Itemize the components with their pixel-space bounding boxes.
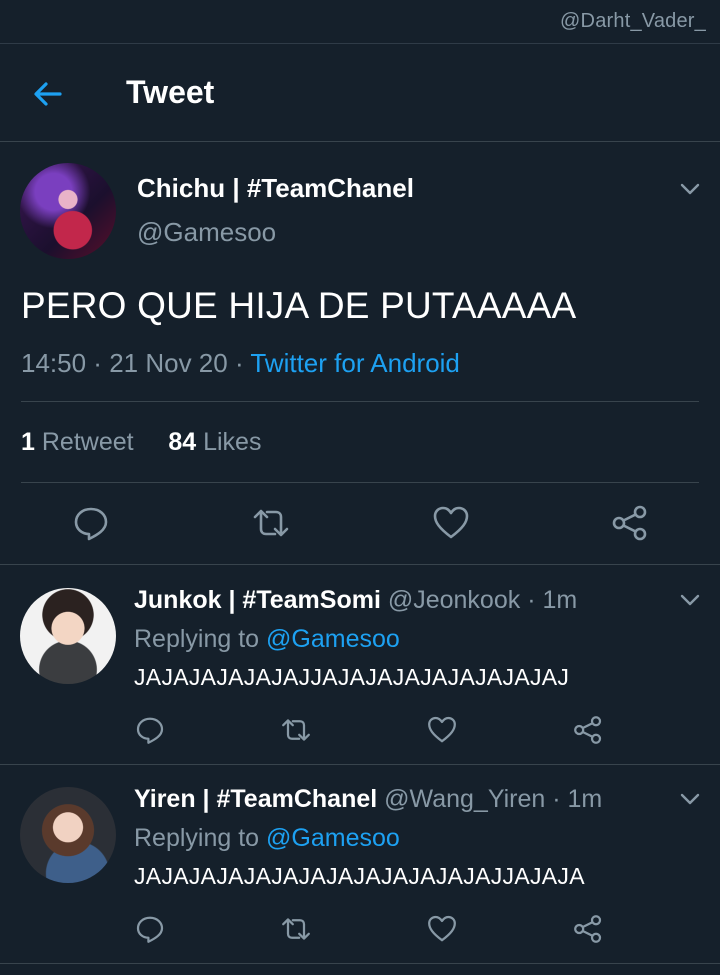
chevron-down-icon [680,793,700,805]
tweet-source-link[interactable]: Twitter for Android [250,348,460,378]
likes-stat[interactable]: 84 Likes [168,428,261,456]
reply-tweet[interactable]: Junkok | #TeamSomi @Jeonkook · 1m Replyi… [0,566,720,765]
reply-header: Junkok | #TeamSomi @Jeonkook · 1m [134,586,578,614]
reply-author-name[interactable]: Junkok | #TeamSomi [134,586,381,614]
heart-icon [428,915,456,942]
tweet-menu-button[interactable] [678,177,702,201]
avatar[interactable] [20,588,116,684]
replying-to-link[interactable]: @Gamesoo [266,625,400,653]
retweet-count: 1 [21,428,35,456]
reply-button[interactable] [134,714,166,746]
replying-prefix: Replying to [134,625,260,653]
divider [21,482,699,483]
like-label: Likes [203,428,262,456]
reply-author-handle[interactable]: @Wang_Yiren [384,785,545,813]
reply-button[interactable] [134,913,166,945]
reply-menu-button[interactable] [678,588,702,612]
like-count: 84 [168,428,197,456]
chevron-down-icon [680,594,700,606]
retweet-icon [282,918,310,940]
like-button[interactable] [426,714,458,746]
reply-text: JAJAJAJAJAJAJAJAJAJAJAJAJAJJAJAJA [134,863,585,889]
reply-author-handle[interactable]: @Jeonkook [388,586,520,614]
reply-button[interactable] [71,503,111,543]
reply-time: 1m [567,785,603,813]
reply-author-name[interactable]: Yiren | #TeamChanel [134,785,377,813]
reply-time: 1m [542,586,578,614]
like-button[interactable] [431,503,471,543]
avatar[interactable] [20,787,116,883]
heart-icon [428,716,456,743]
arrow-left-icon [34,82,62,106]
comment-icon [74,507,108,541]
retweet-icon [253,509,289,537]
like-button[interactable] [426,913,458,945]
reply-menu-button[interactable] [678,787,702,811]
page-title: Tweet [126,74,215,110]
tweet-stats: 1 Retweet 84 Likes [21,428,261,457]
header: Tweet [0,44,720,142]
watermark: @Darht_Vader_ [560,10,706,32]
share-button[interactable] [610,503,650,543]
tweet-text: PERO QUE HIJA DE PUTAAAAA [21,285,577,326]
retweet-button[interactable] [251,503,291,543]
share-icon [574,716,602,744]
retweet-icon [282,719,310,741]
retweet-label: Retweet [41,428,134,456]
tweet-meta: 14:50 · 21 Nov 20 · Twitter for Android [21,348,460,378]
main-tweet: Chichu | #TeamChanel @Gamesoo PERO QUE H… [0,143,720,565]
retweets-stat[interactable]: 1 Retweet [21,428,134,456]
tweet-date: 21 Nov 20 [109,348,228,378]
author-handle[interactable]: @Gamesoo [137,217,276,248]
back-button[interactable] [28,74,68,114]
share-icon [612,505,647,541]
replying-to: Replying to @Gamesoo [134,824,400,853]
comment-icon [136,717,164,744]
replying-to: Replying to @Gamesoo [134,625,400,654]
reply-tweet[interactable]: Yiren | #TeamChanel @Wang_Yiren · 1m Rep… [0,765,720,964]
retweet-button[interactable] [280,913,312,945]
author-name[interactable]: Chichu | #TeamChanel [137,173,414,204]
share-icon [574,915,602,943]
chevron-down-icon [680,183,700,195]
comment-icon [136,916,164,943]
divider [21,401,699,402]
heart-icon [433,506,469,539]
reply-text: JAJAJAJAJAJAJJAJAJAJAJAJAJAJAJAJ [134,664,570,690]
tweet-time: 14:50 [21,348,87,378]
reply-header: Yiren | #TeamChanel @Wang_Yiren · 1m [134,785,603,813]
share-button[interactable] [572,913,604,945]
replying-to-link[interactable]: @Gamesoo [266,824,400,852]
avatar[interactable] [20,163,116,259]
retweet-button[interactable] [280,714,312,746]
replying-prefix: Replying to [134,824,260,852]
share-button[interactable] [572,714,604,746]
